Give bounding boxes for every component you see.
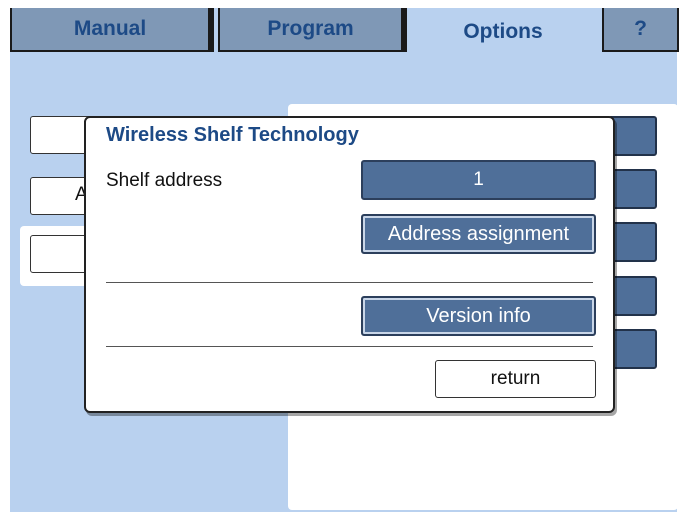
background-option-button-1[interactable]	[608, 116, 657, 156]
tab-manual-label: Manual	[73, 17, 147, 40]
return-button[interactable]: return	[435, 360, 596, 398]
version-info-button[interactable]: Version info	[361, 296, 596, 336]
address-assignment-label: Address assignment	[387, 222, 570, 245]
app-screen: Manual Program Options ? A Wireless Shel…	[10, 8, 678, 512]
wireless-shelf-dialog: Wireless Shelf Technology Shelf address …	[84, 116, 615, 413]
tab-program[interactable]: Program	[218, 8, 403, 52]
divider-1	[106, 282, 593, 283]
tab-help-label: ?	[634, 17, 647, 40]
shelf-address-field[interactable]: 1	[361, 160, 596, 200]
background-option-button-5[interactable]	[608, 329, 657, 369]
dialog-title: Wireless Shelf Technology	[106, 124, 359, 146]
tab-help[interactable]: ?	[602, 8, 677, 52]
tab-options[interactable]: Options	[408, 8, 598, 56]
tab-program-label: Program	[267, 17, 354, 40]
return-label: return	[490, 368, 541, 389]
address-assignment-button[interactable]: Address assignment	[361, 214, 596, 254]
tab-options-label: Options	[463, 20, 543, 43]
shelf-address-value: 1	[473, 169, 484, 190]
background-option-button-2[interactable]	[608, 169, 657, 209]
divider-2	[106, 346, 593, 347]
background-option-button-4[interactable]	[608, 276, 657, 316]
version-info-label: Version info	[426, 304, 531, 327]
shelf-address-label: Shelf address	[106, 170, 223, 191]
background-option-button-3[interactable]	[608, 222, 657, 262]
tab-manual[interactable]: Manual	[10, 8, 210, 52]
